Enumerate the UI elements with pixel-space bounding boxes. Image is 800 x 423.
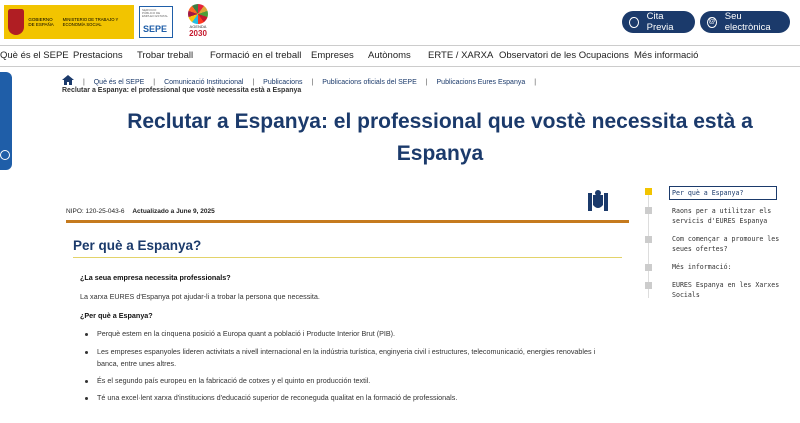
nav-item-mes-informacio[interactable]: Més informació <box>634 50 698 61</box>
nav-item-formacio[interactable]: Formació en el treball <box>210 50 301 61</box>
question-heading: ¿La seua empresa necessita professionals… <box>80 273 231 282</box>
sepe-logo[interactable]: SERVICIO PÚBLICO DE EMPLEO ESTATAL SEPE <box>139 6 173 38</box>
nav-item-observatori[interactable]: Observatori de les Ocupacions <box>499 50 629 61</box>
nav-item-erte-xarxa[interactable]: ERTE / XARXA <box>428 50 493 61</box>
toc-item[interactable]: Més informació: <box>672 262 797 272</box>
sdg-wheel-icon <box>188 4 208 24</box>
page-title-line1: Reclutar a Espanya: el professional que … <box>127 110 753 133</box>
section-underline <box>73 257 622 258</box>
toc-item[interactable]: EURES Espanya en les Xarxes Socials <box>672 280 797 300</box>
nav-item-empreses[interactable]: Empreses <box>311 50 354 61</box>
breadcrumb: | Què és el SEPE | Comunicació Instituci… <box>62 75 543 86</box>
page-title-line2: Espanya <box>396 142 484 165</box>
breadcrumb-separator: | <box>82 79 85 86</box>
breadcrumb-current: Reclutar a Espanya: el professional que … <box>62 87 302 94</box>
coat-of-arms-icon <box>588 190 608 211</box>
breadcrumb-separator: | <box>311 79 314 86</box>
calendar-icon <box>629 16 639 28</box>
coat-of-arms-icon <box>8 9 25 35</box>
agenda-year: 2030 <box>189 29 207 38</box>
paragraph: La xarxa EURES d'Espanya pot ajudar-li a… <box>80 292 320 301</box>
nav-item-trobar-treball[interactable]: Trobar treball <box>137 50 193 61</box>
nav-item-prestacions[interactable]: Prestacions <box>73 50 123 61</box>
list-item: Té una excel·lent xarxa d'institucions d… <box>85 392 617 404</box>
breadcrumb-item[interactable]: Publicacions oficials del SEPE <box>322 79 417 86</box>
top-header: GOBIERNO DE ESPAÑA MINISTERIO DE TRABAJO… <box>0 0 800 44</box>
breadcrumb-item[interactable]: Publicacions <box>263 79 302 86</box>
breadcrumb-separator: | <box>534 79 537 86</box>
side-feedback-tab[interactable] <box>0 72 12 170</box>
government-logo[interactable]: GOBIERNO DE ESPAÑA MINISTERIO DE TRABAJO… <box>4 5 134 39</box>
breadcrumb-separator: | <box>153 79 156 86</box>
breadcrumb-separator: | <box>425 79 428 86</box>
breadcrumb-item[interactable]: Què és el SEPE <box>94 79 145 86</box>
cita-previa-button[interactable]: Cita Previa <box>622 11 695 33</box>
toc-marker <box>645 207 652 214</box>
sepe-logo-text: SEPE <box>143 24 168 34</box>
toc-marker-active <box>645 188 652 195</box>
toc-marker <box>645 282 652 289</box>
toc-marker <box>645 236 652 243</box>
home-icon[interactable] <box>62 75 74 85</box>
breadcrumb-item[interactable]: Comunicació Institucional <box>164 79 243 86</box>
at-sign-icon: @ <box>707 16 717 28</box>
ministry-logo-text: MINISTERIO DE TRABAJO Y ECONOMÍA SOCIAL <box>62 17 119 27</box>
sepe-logo-subtitle: SERVICIO PÚBLICO DE EMPLEO ESTATAL <box>142 8 169 18</box>
feedback-icon <box>0 150 10 160</box>
gov-logo-text: GOBIERNO DE ESPAÑA <box>28 17 54 27</box>
sede-electronica-button[interactable]: @ Seu electrònica <box>700 11 790 33</box>
breadcrumb-item[interactable]: Publicacions Eures Espanya <box>437 79 526 86</box>
list-item: És el segundo país europeu en la fabrica… <box>85 375 617 387</box>
toc-marker <box>645 264 652 271</box>
sede-label: Seu electrònica <box>724 11 771 33</box>
toc-item[interactable]: Raons per a utilitzar els servicis d'EUR… <box>672 206 797 226</box>
question-heading: ¿Per què a Espanya? <box>80 311 153 320</box>
page-title: Reclutar a Espanya: el professional que … <box>100 106 780 170</box>
toc-item[interactable]: Per què a Espanya? <box>669 186 777 200</box>
publication-meta: NIPO: 120-25-043-6 Actualizado a June 9,… <box>66 208 215 215</box>
list-item: Les empreses espanyoles lideren activita… <box>85 346 617 370</box>
updated-date: Actualizado a June 9, 2025 <box>132 208 215 215</box>
nav-item-autonoms[interactable]: Autònoms <box>368 50 411 61</box>
list-item: Perquè estem en la cinquena posició a Eu… <box>85 328 617 340</box>
nav-item-que-es-sepe[interactable]: Què és el SEPE <box>0 50 69 61</box>
cita-previa-label: Cita Previa <box>646 11 674 33</box>
toc-item[interactable]: Com començar a promoure les seues oferte… <box>672 234 797 254</box>
agenda-2030-logo[interactable]: AGENDA 2030 <box>186 4 210 40</box>
breadcrumb-separator: | <box>252 79 255 86</box>
section-divider <box>66 220 629 223</box>
main-navigation: Què és el SEPE Prestacions Trobar trebal… <box>0 45 800 67</box>
section-title: Per què a Espanya? <box>73 238 202 253</box>
nipo-code: NIPO: 120-25-043-6 <box>66 208 125 215</box>
